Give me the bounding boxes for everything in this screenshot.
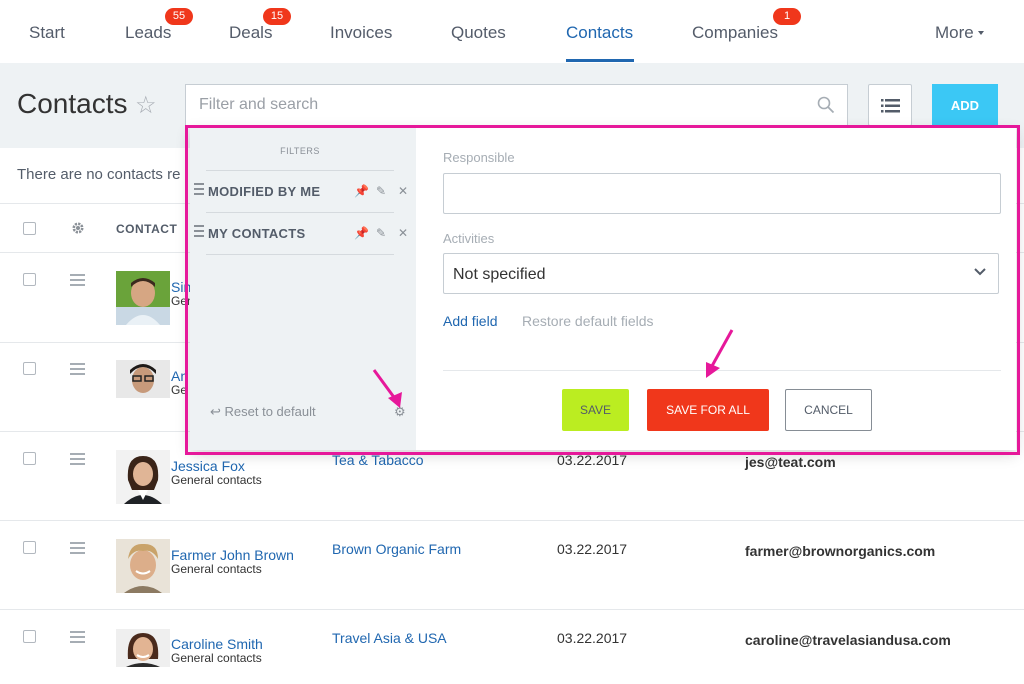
contact-date: 03.22.2017 <box>557 541 628 557</box>
preset-label: MY CONTACTS <box>208 226 306 241</box>
reset-label: Reset to default <box>224 404 316 419</box>
nav-item-quotes[interactable]: Quotes <box>451 0 506 63</box>
preset-modified-by-me[interactable]: MODIFIED BY ME 📌 ✎ ✕ <box>192 171 414 211</box>
row-menu-icon[interactable] <box>70 274 85 286</box>
activities-label: Activities <box>443 231 495 246</box>
edit-icon[interactable]: ✎ <box>376 184 386 198</box>
restore-default-fields-link[interactable]: Restore default fields <box>522 313 654 329</box>
filter-search-box[interactable] <box>185 84 848 126</box>
company-link[interactable]: Tea & Tabacco <box>332 452 424 468</box>
divider <box>443 370 1001 371</box>
drag-handle-icon[interactable] <box>194 225 204 240</box>
company-link[interactable]: Brown Organic Farm <box>332 541 461 557</box>
row-menu-icon[interactable] <box>70 631 85 643</box>
row-menu-icon[interactable] <box>70 453 85 465</box>
divider <box>206 254 394 255</box>
nav-more-button[interactable]: More <box>935 0 984 63</box>
avatar <box>116 629 170 667</box>
contact-name[interactable]: Farmer John Brown <box>171 547 294 563</box>
contact-name[interactable]: Jessica Fox <box>171 458 245 474</box>
row-checkbox[interactable] <box>23 362 36 375</box>
responsible-label: Responsible <box>443 150 515 165</box>
table-row[interactable]: Caroline Smith General contacts Travel A… <box>0 610 1024 684</box>
contact-group: General contacts <box>171 473 262 487</box>
close-icon[interactable]: ✕ <box>398 226 408 240</box>
close-icon[interactable]: ✕ <box>398 184 408 198</box>
contact-group: General contacts <box>171 651 262 665</box>
add-field-link[interactable]: Add field <box>443 313 497 329</box>
cancel-button[interactable]: CANCEL <box>785 389 872 431</box>
contact-email[interactable]: farmer@brownorganics.com <box>745 543 935 559</box>
activities-select[interactable]: Not specified <box>443 253 999 294</box>
top-navigation: Start Leads 55 Deals 15 Invoices Quotes … <box>0 0 1024 63</box>
deals-badge: 15 <box>263 8 291 25</box>
search-icon[interactable] <box>817 96 835 114</box>
list-icon <box>881 99 900 113</box>
preset-my-contacts[interactable]: MY CONTACTS 📌 ✎ ✕ <box>192 213 414 253</box>
leads-badge: 55 <box>165 8 193 25</box>
star-icon[interactable]: ☆ <box>135 91 157 120</box>
avatar <box>116 360 170 398</box>
contact-name[interactable]: Caroline Smith <box>171 636 263 652</box>
contact-group: General contacts <box>171 562 262 576</box>
edit-icon[interactable]: ✎ <box>376 226 386 240</box>
filters-heading: FILTERS <box>280 146 320 156</box>
filter-presets-panel: FILTERS MODIFIED BY ME 📌 ✎ ✕ MY CONTACTS… <box>190 128 416 450</box>
avatar <box>116 271 170 325</box>
filter-popup: FILTERS MODIFIED BY ME 📌 ✎ ✕ MY CONTACTS… <box>190 128 1016 450</box>
avatar <box>116 539 170 593</box>
view-list-button[interactable] <box>868 84 912 126</box>
select-all-checkbox[interactable] <box>23 222 36 235</box>
nav-item-leads[interactable]: Leads <box>125 0 171 63</box>
avatar <box>116 450 170 504</box>
chevron-down-icon <box>974 268 986 276</box>
pin-icon[interactable]: 📌 <box>354 184 369 198</box>
row-menu-icon[interactable] <box>70 363 85 375</box>
save-for-all-button[interactable]: SAVE FOR ALL <box>647 389 769 431</box>
preset-label: MODIFIED BY ME <box>208 184 321 199</box>
responsible-field[interactable] <box>443 173 1001 214</box>
row-checkbox[interactable] <box>23 630 36 643</box>
contact-name[interactable]: Sin <box>171 279 191 295</box>
nav-item-companies[interactable]: Companies <box>692 0 778 63</box>
contact-email[interactable]: jes@teat.com <box>745 454 836 470</box>
contact-email[interactable]: caroline@travelasiandusa.com <box>745 632 951 648</box>
search-input[interactable] <box>186 85 786 125</box>
page-title: Contacts <box>17 88 128 119</box>
contact-date: 03.22.2017 <box>557 452 628 468</box>
company-link[interactable]: Travel Asia & USA <box>332 630 447 646</box>
row-checkbox[interactable] <box>23 541 36 554</box>
add-button[interactable]: ADD <box>932 84 998 126</box>
gear-icon[interactable] <box>71 221 85 235</box>
settings-gear-icon[interactable]: ⚙ <box>394 404 406 420</box>
save-button[interactable]: SAVE <box>562 389 629 431</box>
row-checkbox[interactable] <box>23 452 36 465</box>
nav-item-contacts[interactable]: Contacts <box>566 0 633 63</box>
nav-item-invoices[interactable]: Invoices <box>330 0 392 63</box>
companies-badge: 1 <box>773 8 801 25</box>
reset-to-default-link[interactable]: ↩ Reset to default <box>210 404 316 420</box>
nav-item-start[interactable]: Start <box>29 0 65 63</box>
more-label: More <box>935 23 974 42</box>
column-header-contact[interactable]: CONTACT <box>116 222 177 236</box>
undo-icon: ↩ <box>210 404 221 419</box>
table-row[interactable]: Farmer John Brown General contacts Brown… <box>0 521 1024 610</box>
contact-group: Ge <box>171 383 188 397</box>
caret-down-icon <box>977 31 984 35</box>
empty-notice: There are no contacts re <box>17 166 181 183</box>
drag-handle-icon[interactable] <box>194 183 204 198</box>
contact-name[interactable]: An <box>171 368 188 384</box>
row-menu-icon[interactable] <box>70 542 85 554</box>
contact-date: 03.22.2017 <box>557 630 628 646</box>
pin-icon[interactable]: 📌 <box>354 226 369 240</box>
row-checkbox[interactable] <box>23 273 36 286</box>
activities-value: Not specified <box>453 266 546 283</box>
active-tab-indicator <box>566 59 634 62</box>
